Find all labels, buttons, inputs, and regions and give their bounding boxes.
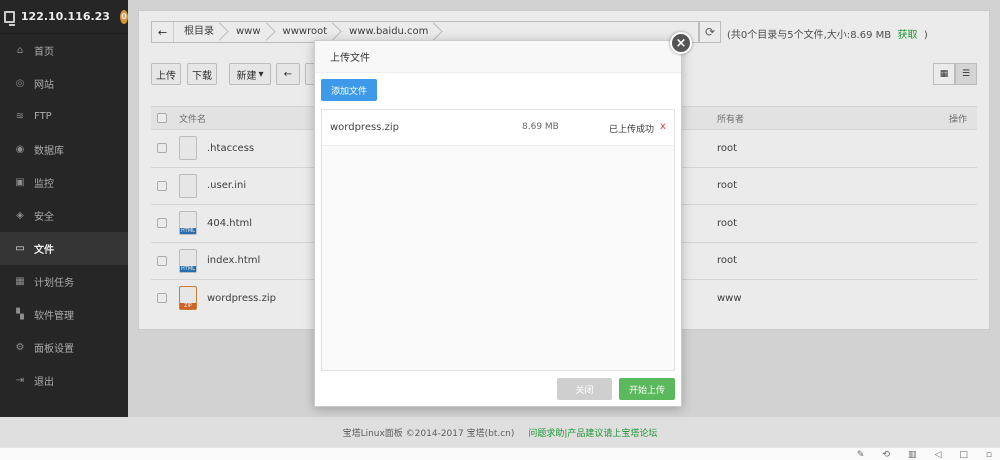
upload-file-list: wordpress.zip 8.69 MB 已上传成功 x: [321, 109, 675, 371]
tray-app-icon[interactable]: ✎: [857, 450, 865, 460]
upload-list-item: wordpress.zip 8.69 MB 已上传成功 x: [322, 110, 674, 146]
tray-volume-icon[interactable]: ◁: [934, 450, 941, 460]
tray-more-icon[interactable]: ▫: [986, 450, 992, 460]
system-taskbar: ✎ ⟲ ▥ ◁ □ ▫: [0, 447, 1000, 460]
add-file-button[interactable]: 添加文件: [321, 79, 377, 101]
remove-file-button[interactable]: x: [660, 121, 666, 132]
tray-trash-icon[interactable]: ▥: [908, 450, 917, 460]
tray-window-icon[interactable]: □: [959, 450, 968, 460]
upload-file-name: wordpress.zip: [330, 122, 399, 133]
start-upload-button[interactable]: 开始上传: [619, 378, 675, 400]
upload-dialog: 上传文件 × 添加文件 wordpress.zip 8.69 MB 已上传成功 …: [314, 32, 692, 407]
close-icon[interactable]: ×: [670, 32, 692, 54]
tray-icons: ✎ ⟲ ▥ ◁ □ ▫: [857, 450, 992, 460]
close-button[interactable]: 关闭: [557, 378, 612, 400]
dialog-title: 上传文件: [315, 41, 681, 73]
tray-sync-icon[interactable]: ⟲: [882, 450, 890, 460]
upload-status: 已上传成功: [609, 125, 655, 135]
upload-file-size: 8.69 MB: [522, 122, 559, 132]
